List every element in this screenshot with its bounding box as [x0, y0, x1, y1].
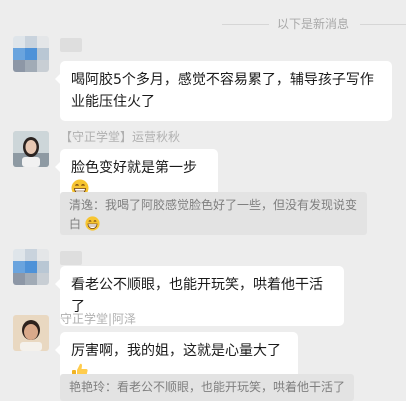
sender-name: 守正学堂|阿泽: [60, 312, 137, 326]
sender-name-blurred: [60, 251, 82, 265]
quoted-text: 清逸：我喝了阿胶感觉脸色好了一些，但没有发现说变白: [69, 198, 358, 231]
message-text: 看老公不顺眼，也能开玩笑，哄着他干活了: [71, 277, 323, 315]
new-messages-label: 以下是新消息: [277, 17, 350, 31]
avatar[interactable]: [13, 131, 49, 167]
quoted-text: 艳艳玲：看老公不顺眼，也能开玩笑，哄着他干活了: [69, 380, 346, 394]
grinning-face-emoji-icon: [85, 216, 100, 237]
quoted-message[interactable]: 清逸：我喝了阿胶感觉脸色好了一些，但没有发现说变白: [60, 192, 367, 235]
divider-line-left: [222, 24, 269, 25]
quoted-message[interactable]: 艳艳玲：看老公不顺眼，也能开玩笑，哄着他干活了: [60, 374, 354, 401]
divider-line-right: [360, 24, 406, 25]
message-text: 脸色变好就是第一步: [71, 160, 197, 176]
avatar[interactable]: [13, 36, 49, 72]
avatar[interactable]: [13, 249, 49, 285]
sender-name-blurred: [60, 38, 82, 52]
message-text: 喝阿胶5个多月，感觉不容易累了，辅导孩子写作业能压住火了: [71, 72, 374, 110]
message-text: 厉害啊，我的姐，这就是心量大了: [71, 343, 281, 359]
avatar[interactable]: [13, 315, 49, 351]
message-bubble[interactable]: 喝阿胶5个多月，感觉不容易累了，辅导孩子写作业能压住火了: [55, 61, 392, 121]
sender-name: 【守正学堂】运营秋秋: [60, 130, 181, 144]
